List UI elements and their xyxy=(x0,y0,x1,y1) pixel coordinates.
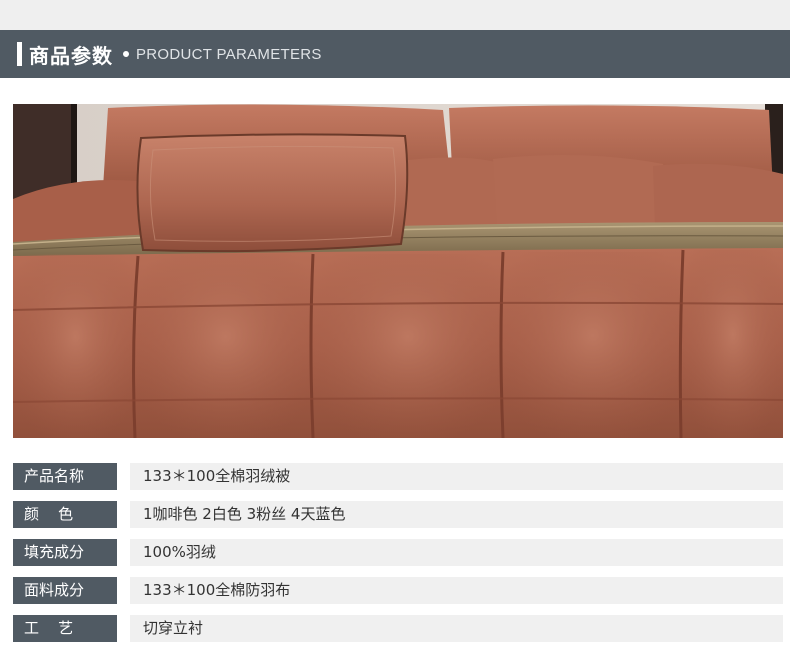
param-label: 工 艺 xyxy=(13,615,117,642)
top-strip xyxy=(0,0,790,30)
section-header: 商品参数 PRODUCT PARAMETERS xyxy=(0,30,790,78)
product-photo xyxy=(13,104,783,438)
param-label: 面料成分 xyxy=(13,577,117,604)
param-row-craft: 工 艺 切穿立衬 xyxy=(13,615,783,642)
param-value: 1咖啡色 2白色 3粉丝 4天蓝色 xyxy=(130,501,783,528)
param-row-filling: 填充成分 100%羽绒 xyxy=(13,539,783,566)
param-row-color: 颜 色 1咖啡色 2白色 3粉丝 4天蓝色 xyxy=(13,501,783,528)
param-value: 133＊100全棉羽绒被 xyxy=(130,463,783,490)
param-row-fabric: 面料成分 133＊100全棉防羽布 xyxy=(13,577,783,604)
param-label: 填充成分 xyxy=(13,539,117,566)
parameters-table: 产品名称 133＊100全棉羽绒被 颜 色 1咖啡色 2白色 3粉丝 4天蓝色 … xyxy=(13,463,783,653)
header-dot-icon xyxy=(123,51,129,57)
brown-down-comforter-bed-icon xyxy=(13,104,783,438)
param-row-product-name: 产品名称 133＊100全棉羽绒被 xyxy=(13,463,783,490)
header-accent-bar xyxy=(17,42,22,66)
param-value: 切穿立衬 xyxy=(130,615,783,642)
section-title: 商品参数 xyxy=(29,43,113,68)
param-label: 产品名称 xyxy=(13,463,117,490)
param-value: 133＊100全棉防羽布 xyxy=(130,577,783,604)
param-value: 100%羽绒 xyxy=(130,539,783,566)
param-label: 颜 色 xyxy=(13,501,117,528)
section-subtitle: PRODUCT PARAMETERS xyxy=(136,45,322,63)
